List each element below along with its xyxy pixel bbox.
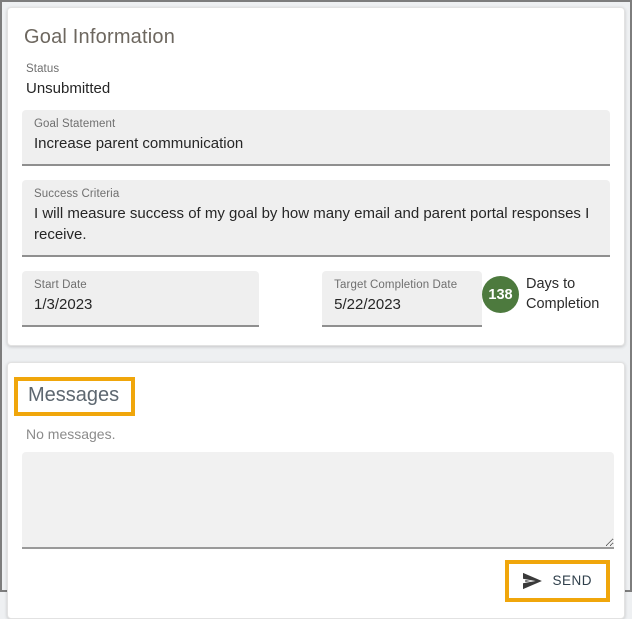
target-completion-date-value: 5/22/2023 [334, 294, 470, 316]
messages-title-highlight: Messages [14, 377, 135, 416]
target-completion-date-field[interactable]: Target Completion Date 5/22/2023 [322, 271, 482, 327]
days-to-completion-group: 138 Days to Completion [482, 271, 610, 314]
days-to-completion-label: Days to Completion [526, 275, 610, 314]
start-date-field[interactable]: Start Date 1/3/2023 [22, 271, 259, 327]
success-criteria-label: Success Criteria [34, 188, 598, 200]
start-date-label: Start Date [34, 279, 247, 291]
send-button-label: SEND [552, 573, 592, 588]
target-completion-date-label: Target Completion Date [334, 279, 470, 291]
page-title: Goal Information [24, 26, 608, 49]
status-value: Unsubmitted [26, 78, 606, 100]
status-field: Status Unsubmitted [26, 63, 606, 100]
goal-information-card: Goal Information Status Unsubmitted Goal… [7, 7, 625, 346]
send-icon [521, 572, 543, 590]
start-date-value: 1/3/2023 [34, 294, 247, 316]
messages-title: Messages [28, 384, 119, 407]
success-criteria-value: I will measure success of my goal by how… [34, 203, 598, 247]
dates-row: Start Date 1/3/2023 Target Completion Da… [22, 271, 610, 327]
status-label: Status [26, 63, 606, 75]
send-button[interactable]: SEND [511, 566, 604, 596]
send-button-highlight: SEND [505, 560, 610, 602]
send-row: SEND [22, 560, 610, 602]
goal-statement-label: Goal Statement [34, 118, 598, 130]
message-input[interactable] [22, 452, 614, 549]
goal-statement-field[interactable]: Goal Statement Increase parent communica… [22, 110, 610, 166]
days-to-completion-badge: 138 [482, 276, 519, 313]
messages-card: Messages No messages. SEND [7, 362, 625, 619]
success-criteria-field[interactable]: Success Criteria I will measure success … [22, 180, 610, 258]
no-messages-text: No messages. [26, 426, 606, 442]
goal-statement-value: Increase parent communication [34, 133, 598, 155]
